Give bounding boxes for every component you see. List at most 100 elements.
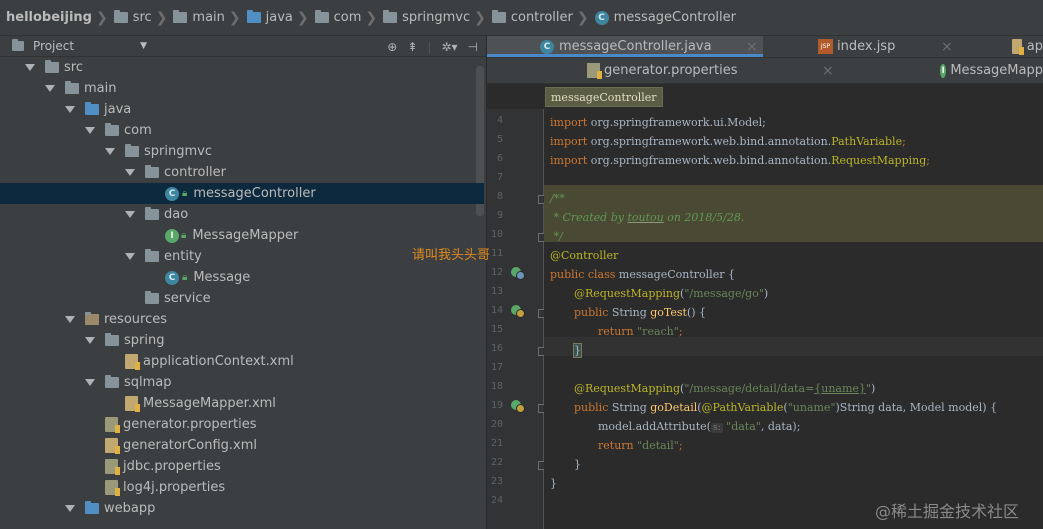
editor-breadcrumb[interactable]: messageController — [545, 87, 663, 107]
tree-item-messagecontroller[interactable]: C 🔒︎ messageController — [0, 183, 484, 204]
tree-item-webapp[interactable]: webapp — [0, 498, 484, 519]
chevron-right-icon: ❯ — [228, 9, 241, 26]
package-icon — [145, 165, 159, 178]
expand-arrow-icon[interactable] — [65, 316, 75, 323]
package-icon — [145, 291, 159, 304]
properties-file-icon — [587, 63, 602, 79]
breadcrumb-label: messageController — [613, 10, 736, 25]
locate-icon[interactable]: ⊕ — [387, 40, 397, 54]
folder-icon — [491, 10, 506, 23]
source-folder-icon — [85, 102, 99, 115]
chevron-right-icon: ❯ — [95, 9, 108, 26]
spring-mapping-icon[interactable] — [511, 305, 525, 318]
tree-item-service[interactable]: service — [0, 288, 484, 309]
tree-item-label: controller — [164, 165, 227, 180]
expand-arrow-icon[interactable] — [85, 379, 95, 386]
code-line: @Controller — [550, 249, 619, 262]
xml-file-icon — [125, 396, 140, 412]
tree-item-message[interactable]: C 🔒︎ Message — [0, 267, 484, 288]
tab-ap[interactable]: ap — [1012, 36, 1043, 57]
tab-generator-properties[interactable]: generator.properties × — [587, 58, 837, 83]
tree-item-messagemapper-xml[interactable]: MessageMapper.xml — [0, 393, 484, 414]
breadcrumb-item-java[interactable]: java ❯ — [246, 0, 315, 35]
class-icon: C — [165, 270, 179, 285]
tab-label: index.jsp — [837, 39, 896, 54]
tree-item-resources[interactable]: resources — [0, 309, 484, 330]
expand-arrow-icon[interactable] — [65, 505, 75, 512]
code-line: return "reach"; — [598, 325, 683, 338]
code-editor[interactable]: import org.springframework.ui.Model; imp… — [544, 109, 1043, 529]
expand-arrow-icon[interactable] — [105, 148, 115, 155]
tree-item-spring[interactable]: spring — [0, 330, 484, 351]
tree-item-label: log4j.properties — [123, 480, 226, 495]
tree-item-sqlmap[interactable]: sqlmap — [0, 372, 484, 393]
folder-icon — [314, 10, 329, 23]
gear-icon[interactable]: ✲▾ — [441, 40, 457, 54]
editor-tab-row-2: generator.properties × I MessageMapp — [487, 58, 1043, 84]
tree-item-com[interactable]: com — [0, 120, 484, 141]
close-icon[interactable]: × — [941, 39, 953, 55]
tab-messagemapper[interactable]: I MessageMapp — [940, 58, 1043, 83]
tab-index-jsp[interactable]: JSP index.jsp × — [818, 36, 958, 57]
tree-item-label: messageController — [193, 186, 316, 201]
line-number: 17 — [490, 362, 503, 373]
dropdown-arrow-icon[interactable]: ▼ — [140, 41, 147, 51]
tree-item-jdbc-properties[interactable]: jdbc.properties — [0, 456, 484, 477]
breadcrumb-item-project[interactable]: hellobeijing ❯ — [6, 0, 114, 35]
lock-icon: 🔒︎ — [182, 272, 188, 283]
close-icon[interactable]: × — [822, 63, 834, 79]
expand-arrow-icon[interactable] — [125, 211, 135, 218]
breadcrumb-item-springmvc[interactable]: springmvc ❯ — [383, 0, 492, 35]
spring-mapping-icon[interactable] — [511, 400, 525, 413]
tree-item-label: applicationContext.xml — [143, 354, 294, 369]
tree-item-controller[interactable]: controller — [0, 162, 484, 183]
code-line: } — [574, 458, 581, 471]
expand-arrow-icon[interactable] — [125, 253, 135, 260]
tree-item-src[interactable]: src — [0, 57, 484, 78]
tree-item-generatorconfig-xml[interactable]: generatorConfig.xml — [0, 435, 484, 456]
breadcrumb-label: src — [132, 10, 152, 25]
tree-item-springmvc[interactable]: springmvc — [0, 141, 484, 162]
spring-bean-icon[interactable] — [511, 267, 525, 280]
collapse-all-icon[interactable]: ⇞ — [407, 40, 417, 54]
tab-messagecontroller-java[interactable]: C messageController.java × — [487, 36, 763, 57]
expand-arrow-icon[interactable] — [45, 85, 55, 92]
close-icon[interactable]: × — [746, 39, 758, 55]
breadcrumb-item-messagecontroller[interactable]: CmessageController — [594, 0, 736, 35]
folder-icon — [45, 60, 59, 73]
tree-item-log4j-properties[interactable]: log4j.properties — [0, 477, 484, 498]
expand-arrow-icon[interactable] — [25, 64, 35, 71]
tree-item-java[interactable]: java — [0, 99, 484, 120]
line-number: 14 — [490, 305, 503, 316]
tree-item-label: generator.properties — [123, 417, 257, 432]
expand-arrow-icon[interactable] — [85, 127, 95, 134]
line-number: 20 — [490, 419, 503, 430]
expand-arrow-icon[interactable] — [125, 169, 135, 176]
project-view-selector[interactable]: Project — [33, 39, 74, 53]
tree-item-label: main — [84, 81, 117, 96]
hide-panel-icon[interactable]: ⊣ — [468, 40, 478, 54]
tab-label: MessageMapp — [950, 63, 1043, 78]
xml-file-icon — [105, 438, 120, 454]
code-line: } — [550, 477, 557, 490]
tree-item-dao[interactable]: dao — [0, 204, 484, 225]
breadcrumb-item-main[interactable]: main ❯ — [173, 0, 246, 35]
tab-label: ap — [1026, 39, 1043, 54]
line-number: 22 — [490, 457, 503, 468]
line-number: 23 — [490, 476, 503, 487]
code-line: /** — [550, 192, 565, 205]
breadcrumb-item-src[interactable]: src ❯ — [113, 0, 174, 35]
breadcrumb-label: springmvc — [402, 10, 471, 25]
tree-item-generator-properties[interactable]: generator.properties — [0, 414, 484, 435]
tree-item-label: jdbc.properties — [123, 459, 221, 474]
breadcrumb-item-controller[interactable]: controller ❯ — [491, 0, 595, 35]
tree-item-applicationcontext-xml[interactable]: applicationContext.xml — [0, 351, 484, 372]
expand-arrow-icon[interactable] — [65, 106, 75, 113]
tree-item-main[interactable]: main — [0, 78, 484, 99]
tree-item-messagemapper[interactable]: I 🔒︎ MessageMapper — [0, 225, 484, 246]
breadcrumb-item-com[interactable]: com ❯ — [314, 0, 384, 35]
line-number: 24 — [490, 495, 503, 506]
expand-arrow-icon[interactable] — [85, 337, 95, 344]
code-line: public String goDetail(@PathVariable("un… — [574, 401, 998, 414]
lock-icon: 🔒︎ — [181, 230, 187, 241]
